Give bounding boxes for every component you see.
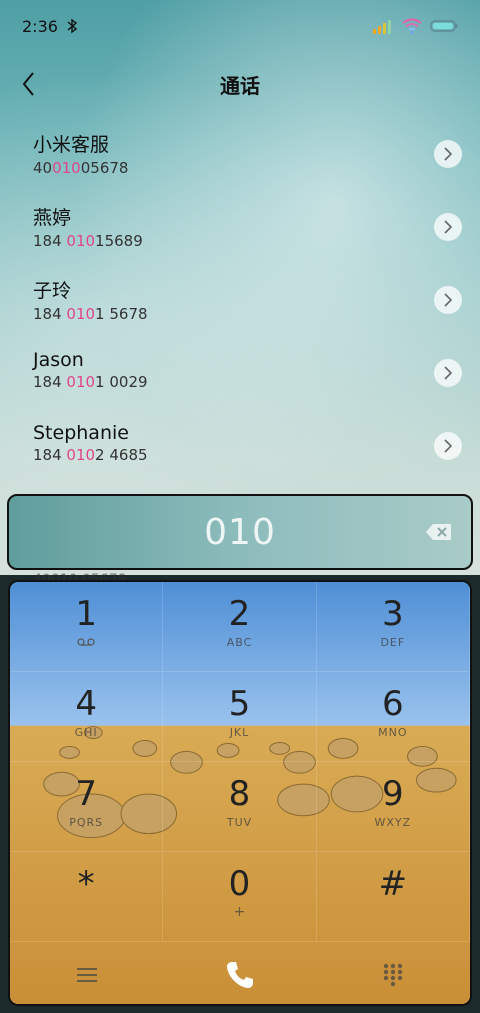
contact-number: 4001005678 [33,159,129,177]
key-digit: 6 [382,684,404,724]
key-digit: 0 [228,864,251,904]
keypad-grid: 1 2 ABC 3 DEF 4 GHI 5 JKL 6 MNO 7 PQRS 8… [10,582,470,942]
dial-input[interactable]: 010 [7,494,473,570]
page-title: 通话 [220,73,260,98]
chevron-left-icon [22,72,34,96]
key-3[interactable]: 3 DEF [316,582,470,672]
key-7[interactable]: 7 PQRS [10,762,164,852]
contact-row[interactable]: 子玲 184 0101 5678 [0,264,480,337]
contact-row[interactable]: Stephanie 184 0102 4685 [0,410,480,483]
key-letters: MNO [378,726,408,739]
key-digit: # [378,864,408,904]
key-digit: 9 [382,774,404,814]
key-letters: GHI [74,726,98,739]
key-0[interactable]: 0 + [163,852,317,942]
key-5[interactable]: 5 JKL [163,672,317,762]
dialpad-toggle-button[interactable] [373,955,413,995]
back-button[interactable] [14,68,44,100]
contact-number: 184 01015689 [33,232,143,250]
contact-number: 184 0101 5678 [33,305,148,323]
contact-detail-button[interactable] [434,432,462,460]
menu-icon [76,968,97,982]
key-letters: PQRS [69,816,104,829]
contact-row[interactable]: 燕婷 184 01015689 [0,191,480,264]
chevron-right-icon [444,366,453,380]
key-letters: TUV [226,816,253,829]
key-8[interactable]: 8 TUV [163,762,317,852]
dialpad-icon [384,963,403,987]
voicemail-icon [77,638,95,646]
key-letters: + [233,904,246,920]
key-letters: ABC [226,636,253,649]
battery-icon [430,20,458,32]
key-letters: DEF [380,636,406,649]
backspace-icon[interactable] [425,522,453,542]
menu-button[interactable] [67,955,107,995]
contact-name: Jason [33,349,84,371]
contact-name: Stephanie [33,422,129,444]
key-letters: JKL [229,726,250,739]
chevron-right-icon [444,147,453,161]
contact-name: 子玲 [33,280,72,302]
key-digit: 1 [75,594,97,634]
key-6[interactable]: 6 MNO [316,672,470,762]
status-time: 2:36 [22,16,58,36]
contact-number: 184 0102 4685 [33,446,148,464]
status-bar: 2:36 [0,0,480,52]
dial-value: 010 [204,511,276,553]
wifi-icon [402,18,422,34]
key-star[interactable]: * [10,852,164,942]
key-1[interactable]: 1 [10,582,164,672]
key-hash[interactable]: # [316,852,470,942]
contact-row[interactable]: 小米客服 4001005678 [0,118,480,191]
key-digit: 3 [382,594,404,634]
contact-name: 小米客服 [33,134,110,156]
contact-row[interactable]: Jason 184 0101 0029 [0,337,480,410]
key-digit: 7 [75,774,97,814]
key-digit: * [77,864,95,904]
chevron-right-icon [444,293,453,307]
phone-icon [226,962,253,988]
key-digit: 5 [228,684,251,724]
contact-name: 燕婷 [33,207,72,229]
contact-detail-button[interactable] [434,213,462,241]
key-4[interactable]: 4 GHI [10,672,164,762]
chevron-right-icon [444,220,453,234]
key-2[interactable]: 2 ABC [163,582,317,672]
chevron-right-icon [444,439,453,453]
keypad-actions [10,942,470,1004]
contact-detail-button[interactable] [434,140,462,168]
header: 通话 [0,58,480,110]
contact-detail-button[interactable] [434,359,462,387]
dialpad: 1 2 ABC 3 DEF 4 GHI 5 JKL 6 MNO 7 PQRS 8… [8,580,472,1006]
call-button[interactable] [220,955,260,995]
key-9[interactable]: 9 WXYZ [316,762,470,852]
key-letters: WXYZ [374,816,412,829]
key-digit: 2 [228,594,251,634]
bluetooth-icon [67,18,78,34]
signal-icon [373,20,391,34]
contact-detail-button[interactable] [434,286,462,314]
contact-list: 小米客服 4001005678 燕婷 184 01015689 子玲 184 0… [0,118,480,483]
key-digit: 4 [75,684,97,724]
contact-number: 184 0101 0029 [33,373,148,391]
key-digit: 8 [228,774,251,814]
